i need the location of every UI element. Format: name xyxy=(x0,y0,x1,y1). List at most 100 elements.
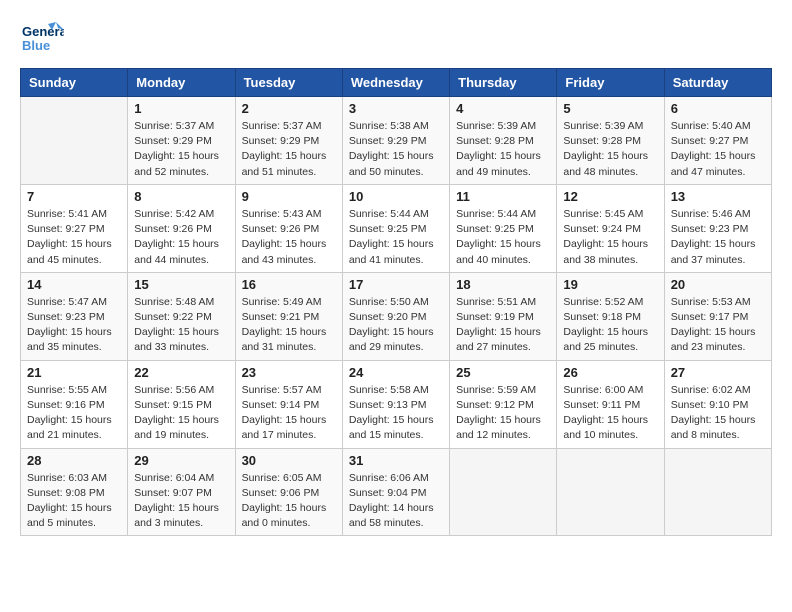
calendar-cell: 22 Sunrise: 5:56 AM Sunset: 9:15 PM Dayli… xyxy=(128,360,235,448)
day-info: Sunrise: 5:39 AM Sunset: 9:28 PM Dayligh… xyxy=(563,119,657,180)
day-number: 27 xyxy=(671,365,765,380)
calendar-cell: 19 Sunrise: 5:52 AM Sunset: 9:18 PM Dayli… xyxy=(557,272,664,360)
calendar-week-2: 7Sunrise: 5:41 AM Sunset: 9:27 PM Daylig… xyxy=(21,184,772,272)
day-info: Sunrise: 6:02 AM Sunset: 9:10 PM Dayligh… xyxy=(671,383,765,444)
day-number: 19 xyxy=(563,277,657,292)
header-thursday: Thursday xyxy=(450,69,557,97)
calendar-cell: 12Sunrise: 5:45 AM Sunset: 9:24 PM Dayli… xyxy=(557,184,664,272)
day-number: 1 xyxy=(134,101,228,116)
calendar-cell: 31 Sunrise: 6:06 AM Sunset: 9:04 PM Dayli… xyxy=(342,448,449,536)
day-info: Sunrise: 5:37 AM Sunset: 9:29 PM Dayligh… xyxy=(242,119,336,180)
day-info: Sunrise: 5:52 AM Sunset: 9:18 PM Dayligh… xyxy=(563,295,657,356)
day-number: 3 xyxy=(349,101,443,116)
day-number: 4 xyxy=(456,101,550,116)
calendar-cell: 14 Sunrise: 5:47 AM Sunset: 9:23 PM Dayli… xyxy=(21,272,128,360)
day-info: Sunrise: 5:45 AM Sunset: 9:24 PM Dayligh… xyxy=(563,207,657,268)
calendar-cell: 11 Sunrise: 5:44 AM Sunset: 9:25 PM Dayli… xyxy=(450,184,557,272)
day-number: 15 xyxy=(134,277,228,292)
header-wednesday: Wednesday xyxy=(342,69,449,97)
calendar-cell: 26Sunrise: 6:00 AM Sunset: 9:11 PM Dayli… xyxy=(557,360,664,448)
calendar-cell: 21 Sunrise: 5:55 AM Sunset: 9:16 PM Dayli… xyxy=(21,360,128,448)
day-info: Sunrise: 5:59 AM Sunset: 9:12 PM Dayligh… xyxy=(456,383,550,444)
day-info: Sunrise: 5:57 AM Sunset: 9:14 PM Dayligh… xyxy=(242,383,336,444)
day-number: 18 xyxy=(456,277,550,292)
day-number: 6 xyxy=(671,101,765,116)
day-number: 21 xyxy=(27,365,121,380)
day-number: 24 xyxy=(349,365,443,380)
day-number: 20 xyxy=(671,277,765,292)
calendar-cell: 9 Sunrise: 5:43 AM Sunset: 9:26 PM Daylig… xyxy=(235,184,342,272)
day-info: Sunrise: 6:04 AM Sunset: 9:07 PM Dayligh… xyxy=(134,471,228,532)
day-info: Sunrise: 5:39 AM Sunset: 9:28 PM Dayligh… xyxy=(456,119,550,180)
calendar-cell: 6Sunrise: 5:40 AM Sunset: 9:27 PM Daylig… xyxy=(664,97,771,185)
calendar-cell: 3 Sunrise: 5:38 AM Sunset: 9:29 PM Daylig… xyxy=(342,97,449,185)
calendar-cell: 29Sunrise: 6:04 AM Sunset: 9:07 PM Dayli… xyxy=(128,448,235,536)
day-number: 7 xyxy=(27,189,121,204)
day-info: Sunrise: 5:44 AM Sunset: 9:25 PM Dayligh… xyxy=(349,207,443,268)
day-number: 22 xyxy=(134,365,228,380)
calendar-cell xyxy=(450,448,557,536)
day-number: 9 xyxy=(242,189,336,204)
calendar-cell: 13Sunrise: 5:46 AM Sunset: 9:23 PM Dayli… xyxy=(664,184,771,272)
day-number: 11 xyxy=(456,189,550,204)
page-header: General Blue xyxy=(20,20,772,58)
calendar-week-4: 21 Sunrise: 5:55 AM Sunset: 9:16 PM Dayli… xyxy=(21,360,772,448)
calendar-cell: 1 Sunrise: 5:37 AM Sunset: 9:29 PM Daylig… xyxy=(128,97,235,185)
day-number: 28 xyxy=(27,453,121,468)
calendar-cell: 10 Sunrise: 5:44 AM Sunset: 9:25 PM Dayli… xyxy=(342,184,449,272)
calendar-week-3: 14 Sunrise: 5:47 AM Sunset: 9:23 PM Dayli… xyxy=(21,272,772,360)
day-info: Sunrise: 5:55 AM Sunset: 9:16 PM Dayligh… xyxy=(27,383,121,444)
calendar-cell xyxy=(557,448,664,536)
day-number: 31 xyxy=(349,453,443,468)
calendar-cell: 17 Sunrise: 5:50 AM Sunset: 9:20 PM Dayli… xyxy=(342,272,449,360)
calendar-cell: 15 Sunrise: 5:48 AM Sunset: 9:22 PM Dayli… xyxy=(128,272,235,360)
header-sunday: Sunday xyxy=(21,69,128,97)
day-info: Sunrise: 5:37 AM Sunset: 9:29 PM Dayligh… xyxy=(134,119,228,180)
day-info: Sunrise: 5:56 AM Sunset: 9:15 PM Dayligh… xyxy=(134,383,228,444)
calendar-week-1: 1 Sunrise: 5:37 AM Sunset: 9:29 PM Daylig… xyxy=(21,97,772,185)
calendar-cell: 23 Sunrise: 5:57 AM Sunset: 9:14 PM Dayli… xyxy=(235,360,342,448)
calendar-cell: 20Sunrise: 5:53 AM Sunset: 9:17 PM Dayli… xyxy=(664,272,771,360)
day-info: Sunrise: 6:06 AM Sunset: 9:04 PM Dayligh… xyxy=(349,471,443,532)
header-tuesday: Tuesday xyxy=(235,69,342,97)
calendar-cell: 8 Sunrise: 5:42 AM Sunset: 9:26 PM Daylig… xyxy=(128,184,235,272)
calendar-cell: 18 Sunrise: 5:51 AM Sunset: 9:19 PM Dayli… xyxy=(450,272,557,360)
calendar-table: SundayMondayTuesdayWednesdayThursdayFrid… xyxy=(20,68,772,536)
day-number: 30 xyxy=(242,453,336,468)
day-info: Sunrise: 5:47 AM Sunset: 9:23 PM Dayligh… xyxy=(27,295,121,356)
calendar-cell: 30 Sunrise: 6:05 AM Sunset: 9:06 PM Dayli… xyxy=(235,448,342,536)
calendar-cell: 16Sunrise: 5:49 AM Sunset: 9:21 PM Dayli… xyxy=(235,272,342,360)
calendar-cell: 27 Sunrise: 6:02 AM Sunset: 9:10 PM Dayli… xyxy=(664,360,771,448)
day-number: 10 xyxy=(349,189,443,204)
day-number: 13 xyxy=(671,189,765,204)
day-info: Sunrise: 5:44 AM Sunset: 9:25 PM Dayligh… xyxy=(456,207,550,268)
day-number: 17 xyxy=(349,277,443,292)
day-number: 5 xyxy=(563,101,657,116)
day-number: 23 xyxy=(242,365,336,380)
day-number: 2 xyxy=(242,101,336,116)
day-number: 25 xyxy=(456,365,550,380)
logo: General Blue xyxy=(20,20,64,58)
day-info: Sunrise: 5:42 AM Sunset: 9:26 PM Dayligh… xyxy=(134,207,228,268)
day-info: Sunrise: 5:50 AM Sunset: 9:20 PM Dayligh… xyxy=(349,295,443,356)
calendar-cell xyxy=(664,448,771,536)
calendar-cell xyxy=(21,97,128,185)
header-saturday: Saturday xyxy=(664,69,771,97)
calendar-header-row: SundayMondayTuesdayWednesdayThursdayFrid… xyxy=(21,69,772,97)
day-info: Sunrise: 5:48 AM Sunset: 9:22 PM Dayligh… xyxy=(134,295,228,356)
calendar-week-5: 28 Sunrise: 6:03 AM Sunset: 9:08 PM Dayli… xyxy=(21,448,772,536)
day-info: Sunrise: 5:58 AM Sunset: 9:13 PM Dayligh… xyxy=(349,383,443,444)
day-number: 14 xyxy=(27,277,121,292)
day-info: Sunrise: 5:38 AM Sunset: 9:29 PM Dayligh… xyxy=(349,119,443,180)
day-info: Sunrise: 5:51 AM Sunset: 9:19 PM Dayligh… xyxy=(456,295,550,356)
day-info: Sunrise: 6:03 AM Sunset: 9:08 PM Dayligh… xyxy=(27,471,121,532)
logo-svg: General Blue xyxy=(20,20,64,58)
calendar-cell: 2 Sunrise: 5:37 AM Sunset: 9:29 PM Daylig… xyxy=(235,97,342,185)
header-monday: Monday xyxy=(128,69,235,97)
day-info: Sunrise: 5:43 AM Sunset: 9:26 PM Dayligh… xyxy=(242,207,336,268)
calendar-cell: 4 Sunrise: 5:39 AM Sunset: 9:28 PM Daylig… xyxy=(450,97,557,185)
day-number: 26 xyxy=(563,365,657,380)
day-info: Sunrise: 6:05 AM Sunset: 9:06 PM Dayligh… xyxy=(242,471,336,532)
day-number: 8 xyxy=(134,189,228,204)
day-number: 16 xyxy=(242,277,336,292)
